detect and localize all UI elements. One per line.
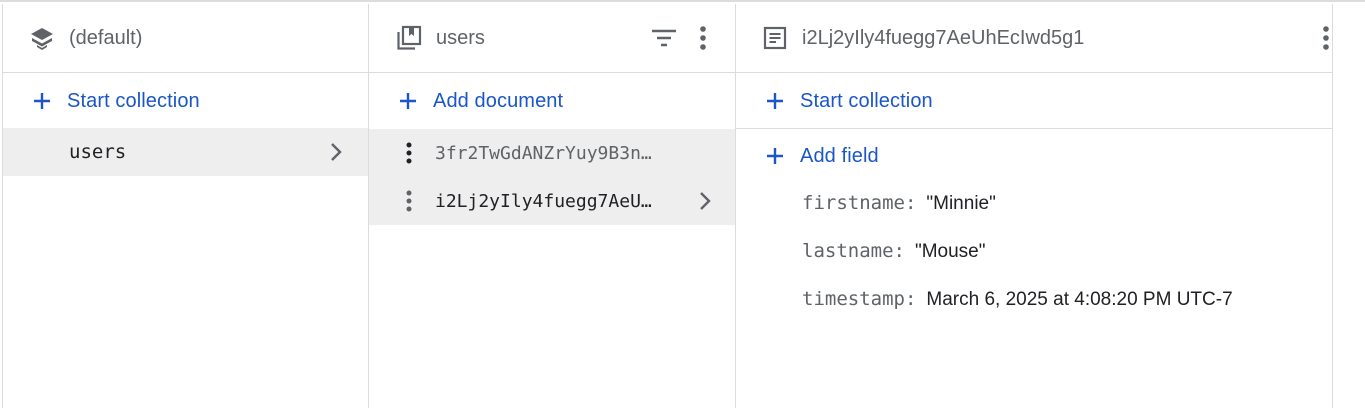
filter-icon[interactable] [649, 23, 679, 53]
collection-icon [396, 25, 422, 51]
field-value: "Minnie" [926, 193, 996, 214]
field-row-firstname[interactable]: firstname: "Minnie" [802, 192, 996, 222]
field-key: lastname: [802, 240, 905, 262]
plus-icon [398, 91, 418, 111]
database-panel: (default) Start collection users [2, 4, 369, 408]
document-panel: i2Lj2yIly4fuegg7AeUhEcIwd5g1 Start colle… [736, 4, 1333, 408]
plus-icon [765, 146, 785, 166]
chevron-right-icon [326, 142, 346, 162]
plus-icon [32, 91, 52, 111]
database-title: (default) [69, 26, 143, 49]
start-collection-label: Start collection [67, 89, 200, 112]
collection-name: users [69, 141, 127, 163]
field-value: "Mouse" [914, 241, 986, 262]
field-key: timestamp: [802, 288, 917, 310]
document-item[interactable]: 3fr2TwGdANZrYuy9B3n… [369, 129, 735, 177]
collection-panel: users Add document 3fr2TwGdANZrYuy9B3n… [369, 4, 736, 408]
document-id: 3fr2TwGdANZrYuy9B3n… [435, 142, 652, 164]
collection-item-users[interactable]: users [3, 128, 368, 176]
collection-title: users [436, 26, 485, 49]
start-collection-button[interactable]: Start collection [3, 74, 368, 128]
drag-handle-icon[interactable] [399, 142, 419, 164]
field-value: March 6, 2025 at 4:08:20 PM UTC-7 [926, 289, 1233, 310]
collection-panel-header: users [369, 4, 735, 73]
add-field-button[interactable]: Add field [736, 129, 1332, 183]
firestore-data-viewer: (default) Start collection users users A… [0, 0, 1365, 408]
field-row-timestamp[interactable]: timestamp: March 6, 2025 at 4:08:20 PM U… [802, 288, 1233, 318]
add-field-label: Add field [800, 144, 879, 167]
field-row-lastname[interactable]: lastname: "Mouse" [802, 240, 985, 270]
document-title: i2Lj2yIly4fuegg7AeUhEcIwd5g1 [802, 26, 1085, 49]
start-subcollection-button[interactable]: Start collection [736, 74, 1332, 129]
document-icon [762, 25, 788, 51]
add-document-button[interactable]: Add document [369, 74, 735, 128]
plus-icon [765, 91, 785, 111]
chevron-right-icon [695, 191, 715, 211]
document-panel-header: i2Lj2yIly4fuegg7AeUhEcIwd5g1 [736, 4, 1332, 73]
add-document-label: Add document [433, 89, 564, 112]
more-vert-icon[interactable] [1314, 23, 1338, 53]
more-vert-icon[interactable] [691, 23, 715, 53]
database-panel-header: (default) [3, 4, 368, 73]
drag-handle-icon[interactable] [399, 190, 419, 212]
document-id: i2Lj2yIly4fuegg7AeU… [435, 190, 652, 212]
start-collection-label: Start collection [800, 89, 933, 112]
database-stack-icon [29, 25, 55, 51]
document-item-selected[interactable]: i2Lj2yIly4fuegg7AeU… [369, 177, 735, 225]
field-key: firstname: [802, 192, 917, 214]
